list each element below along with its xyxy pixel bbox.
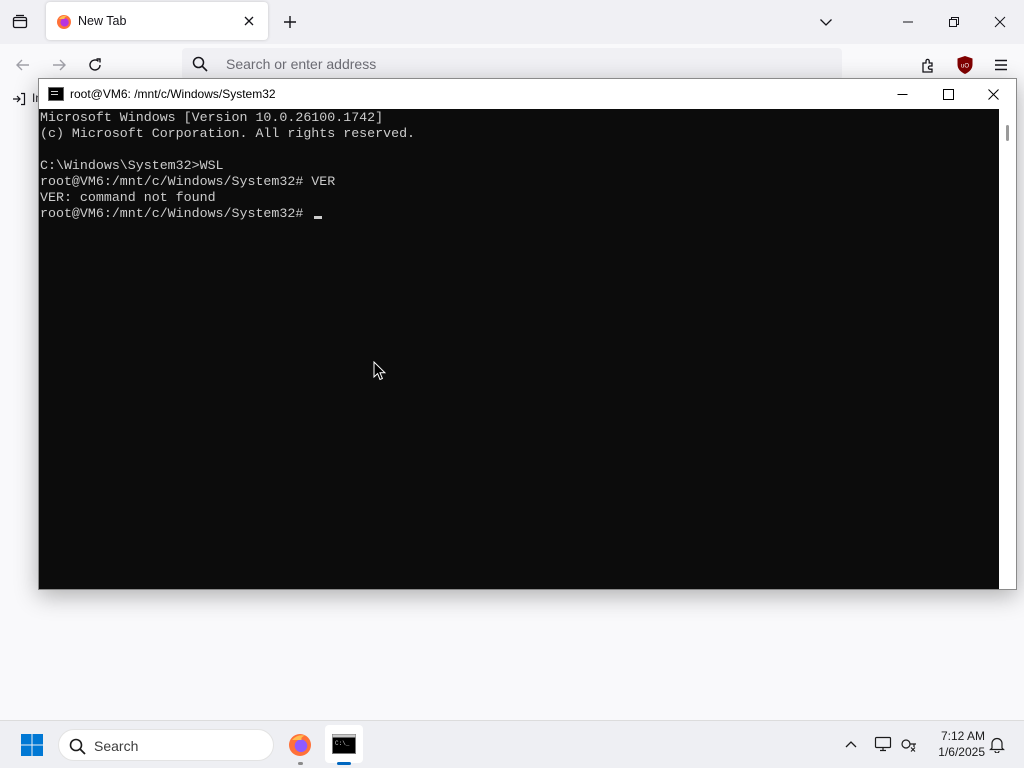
terminal-title-bar[interactable]: root@VM6: /mnt/c/Windows/System32 <box>39 79 1016 109</box>
tab-strip: New Tab <box>0 0 1024 44</box>
terminal-scrollbar[interactable] <box>999 109 1016 589</box>
app-menu-button[interactable] <box>986 50 1016 80</box>
start-button[interactable] <box>14 729 50 761</box>
ublock-origin-button[interactable]: uO <box>950 50 980 80</box>
terminal-prompt-line[interactable]: root@VM6:/mnt/c/Windows/System32# <box>40 206 999 222</box>
import-icon[interactable] <box>10 90 28 108</box>
tab-title: New Tab <box>78 14 127 28</box>
svg-text:uO: uO <box>961 64 969 70</box>
terminal-close-button[interactable] <box>970 79 1016 109</box>
vpn-status-button[interactable] <box>898 733 920 755</box>
terminal-output[interactable]: Microsoft Windows [Version 10.0.26100.17… <box>39 109 999 589</box>
chevron-up-icon <box>845 741 857 748</box>
minimize-icon <box>903 21 913 23</box>
mouse-pointer-icon <box>373 361 386 381</box>
terminal-minimize-button[interactable] <box>879 79 925 109</box>
show-hidden-icons-button[interactable] <box>840 733 862 755</box>
windows-logo-icon <box>21 734 43 756</box>
taskbar-search-box[interactable]: Search <box>58 729 274 761</box>
taskbar: Search C:\_ 7:12 AM 1/6/2025 <box>0 720 1024 768</box>
close-icon <box>987 88 999 100</box>
reload-button[interactable] <box>80 50 110 80</box>
tab-close-button[interactable] <box>240 12 258 30</box>
arrow-right-icon <box>53 59 66 71</box>
taskbar-firefox-button[interactable] <box>282 727 318 763</box>
address-input[interactable] <box>226 55 786 73</box>
network-monitor-icon <box>874 736 892 752</box>
chevron-down-icon <box>820 19 832 26</box>
forward-button[interactable] <box>44 50 74 80</box>
clock-date: 1/6/2025 <box>938 745 985 759</box>
tab-new-tab[interactable]: New Tab <box>46 2 268 40</box>
terminal-line: root@VM6:/mnt/c/Windows/System32# VER <box>40 174 336 189</box>
close-icon <box>994 16 1006 28</box>
terminal-title: root@VM6: /mnt/c/Windows/System32 <box>70 87 276 101</box>
arrow-left-icon <box>16 59 29 71</box>
extensions-button[interactable] <box>914 50 944 80</box>
network-button[interactable] <box>872 733 894 755</box>
clock-time: 7:12 AM <box>940 729 985 743</box>
ublock-shield-icon: uO <box>957 56 973 74</box>
reload-icon <box>89 58 101 71</box>
restore-icon <box>949 17 959 27</box>
tab-list-button[interactable] <box>4 6 36 38</box>
list-all-tabs-button[interactable] <box>812 8 840 36</box>
vpn-disconnected-icon <box>901 739 916 752</box>
tab-list-icon <box>12 14 28 29</box>
running-indicator <box>298 762 303 765</box>
terminal-maximize-button[interactable] <box>925 79 971 109</box>
search-label: Search <box>94 738 139 754</box>
close-icon <box>244 16 254 26</box>
scrollbar-thumb[interactable] <box>1006 125 1009 141</box>
close-window-button[interactable] <box>980 6 1020 38</box>
restore-button[interactable] <box>934 6 974 38</box>
new-tab-button[interactable] <box>276 8 304 36</box>
terminal-line: VER: command not found <box>40 190 216 205</box>
search-icon <box>190 54 210 74</box>
active-app-indicator <box>337 762 351 765</box>
minimize-icon <box>897 93 907 95</box>
svg-text:C:\_: C:\_ <box>335 740 350 747</box>
firefox-icon <box>57 15 71 29</box>
puzzle-icon <box>922 58 933 73</box>
system-clock[interactable]: 7:12 AM 1/6/2025 <box>925 728 985 760</box>
command-prompt-icon: C:\_ <box>332 734 356 754</box>
text-cursor <box>314 216 323 219</box>
notifications-button[interactable] <box>986 733 1008 755</box>
minimize-button[interactable] <box>888 6 928 38</box>
terminal-line: Microsoft Windows [Version 10.0.26100.17… <box>40 110 384 125</box>
terminal-line: (c) Microsoft Corporation. All rights re… <box>40 126 416 141</box>
back-button[interactable] <box>8 50 38 80</box>
maximize-icon <box>942 88 954 100</box>
command-prompt-icon <box>48 87 64 101</box>
taskbar-command-prompt-button[interactable]: C:\_ <box>325 725 363 763</box>
command-prompt-window: root@VM6: /mnt/c/Windows/System32 Micros… <box>38 78 1017 590</box>
hamburger-menu-icon <box>995 59 1007 71</box>
plus-icon <box>284 16 296 28</box>
firefox-icon <box>289 734 311 756</box>
bell-icon <box>989 737 1005 753</box>
address-bar[interactable] <box>182 48 842 80</box>
terminal-line: C:\Windows\System32>WSL <box>40 158 224 173</box>
search-icon <box>67 736 87 756</box>
terminal-prompt: root@VM6:/mnt/c/Windows/System32# <box>40 206 312 221</box>
